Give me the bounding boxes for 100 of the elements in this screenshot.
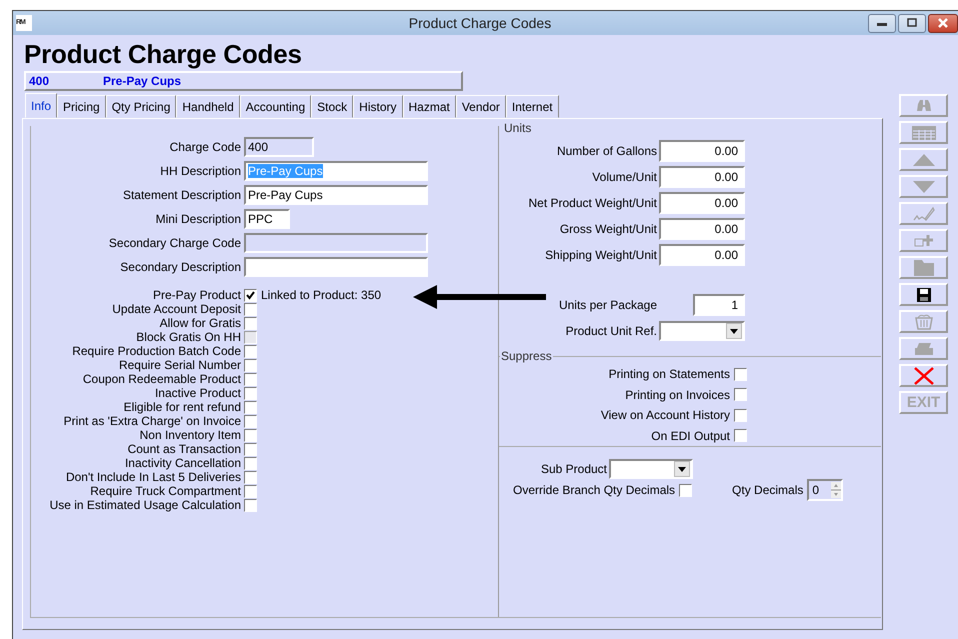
checkbox[interactable] (244, 288, 257, 302)
tab[interactable]: Vendor (456, 95, 506, 118)
checkbox[interactable] (734, 388, 747, 402)
page-heading: Product Charge Codes (24, 38, 303, 71)
field-label: Qty Decimals (732, 483, 804, 497)
group-label: Units (503, 121, 532, 135)
add-icon (914, 234, 934, 248)
checkbox[interactable] (244, 302, 257, 316)
checkbox[interactable] (679, 484, 692, 496)
tab[interactable]: Accounting (240, 95, 312, 118)
linked-product-text: Linked to Product: 350 (261, 288, 382, 302)
pen-signature-icon (912, 206, 934, 222)
checkbox-label: Require Truck Compartment (89, 484, 242, 498)
record-code: 400 (28, 74, 50, 88)
group-label: Suppress (500, 349, 553, 363)
tab[interactable]: Hazmat (402, 95, 456, 118)
tab[interactable]: Info (25, 93, 58, 118)
checkbox-label: Count as Transaction (126, 442, 242, 456)
number-field[interactable]: 0.00 (659, 218, 745, 240)
spin-field[interactable]: 0 (807, 479, 844, 501)
checkbox-label: Override Branch Qty Decimals (513, 483, 676, 497)
close-icon (937, 18, 949, 28)
checkbox[interactable] (244, 358, 257, 372)
dropdown[interactable] (659, 321, 745, 341)
field-label: HH Description (159, 164, 242, 178)
binoculars-icon (916, 98, 932, 112)
checkbox-label: Printing on Invoices (625, 388, 731, 402)
number-field[interactable]: 0.00 (659, 140, 745, 162)
number-field[interactable]: 0.00 (659, 192, 745, 214)
tab[interactable]: Handheld (176, 95, 240, 118)
table-icon (912, 126, 936, 140)
field-label: Mini Description (154, 212, 242, 226)
checkbox-label: Inactive Product (154, 386, 242, 400)
tab[interactable]: Internet (506, 95, 559, 118)
save-button[interactable] (899, 283, 948, 306)
field-label: Sub Product (540, 462, 608, 476)
checkbox-label: On EDI Output (651, 428, 731, 443)
field-label: Product Unit Ref. (564, 324, 658, 338)
checkbox[interactable] (244, 470, 257, 484)
checkbox[interactable] (244, 316, 257, 330)
checkbox-label: Print as 'Extra Charge' on Invoice (62, 414, 242, 428)
checkbox[interactable] (734, 368, 747, 381)
tab[interactable]: History (353, 95, 402, 118)
field-label: Charge Code (168, 140, 242, 154)
maximize-button[interactable] (898, 14, 926, 32)
caret-icon (678, 466, 686, 472)
cancel-icon (914, 366, 934, 384)
tab[interactable]: Pricing (57, 95, 106, 118)
checkbox[interactable] (244, 344, 257, 358)
tab[interactable]: Stock (311, 95, 354, 118)
checkbox[interactable] (244, 456, 257, 470)
checkbox[interactable] (244, 386, 257, 400)
maximize-icon (906, 18, 918, 28)
checkbox[interactable] (244, 428, 257, 442)
checkbox[interactable] (244, 442, 257, 456)
checkbox[interactable] (244, 372, 257, 386)
number-field[interactable]: 0.00 (659, 244, 745, 266)
checkbox-label: Update Account Deposit (111, 302, 242, 316)
down-arrow-icon (912, 180, 934, 192)
checkbox-label: Require Serial Number (118, 358, 242, 372)
checkbox[interactable] (244, 484, 257, 498)
checkbox-label: Use in Estimated Usage Calculation (48, 498, 242, 512)
field-label: Units per Package (558, 298, 658, 312)
checkbox-label: Pre-Pay Product (152, 288, 242, 302)
close-button[interactable] (928, 14, 958, 32)
text-field[interactable]: PPC (244, 209, 290, 229)
checkbox[interactable] (734, 429, 747, 442)
checkbox-label: Block Gratis On HH (135, 330, 242, 344)
tab[interactable]: Qty Pricing (106, 95, 176, 118)
checkbox-label: Require Production Batch Code (71, 344, 242, 358)
dropdown[interactable] (609, 459, 693, 479)
text-field[interactable]: Pre-Pay Cups (244, 185, 428, 205)
number-field[interactable]: 0.00 (659, 166, 745, 188)
number-field[interactable]: 1 (693, 294, 745, 316)
text-field[interactable] (244, 257, 428, 277)
minimize-button[interactable] (868, 14, 896, 32)
field-label: Net Product Weight/Unit (527, 196, 658, 210)
field-label: Shipping Weight/Unit (544, 248, 658, 262)
field-label: Number of Gallons (556, 144, 658, 158)
spin-arrows-icon[interactable] (831, 482, 842, 498)
field-label: Gross Weight/Unit (558, 222, 658, 236)
field-label: Statement Description (122, 188, 242, 202)
trash-icon (914, 314, 932, 330)
checkbox-label: Don't Include In Last 5 Deliveries (64, 470, 242, 484)
checkbox-label: Allow for Gratis (158, 316, 242, 330)
record-name: Pre-Pay Cups (103, 74, 182, 88)
checkbox-label: View on Account History (600, 408, 731, 422)
checkbox[interactable] (734, 408, 747, 422)
checkbox[interactable] (244, 498, 257, 512)
caret-icon (730, 328, 738, 334)
folder-icon (914, 260, 934, 276)
checkbox-label: Printing on Statements (608, 367, 731, 382)
field-label: Volume/Unit (591, 170, 658, 184)
checkbox-label: Inactivity Cancellation (124, 456, 242, 470)
checkbox[interactable] (244, 414, 257, 428)
checkbox-label: Coupon Redeemable Product (82, 372, 242, 386)
checkbox[interactable] (244, 400, 257, 414)
field-label: Secondary Description (119, 260, 242, 274)
cancel-button[interactable] (899, 364, 948, 387)
save-icon (916, 288, 930, 302)
